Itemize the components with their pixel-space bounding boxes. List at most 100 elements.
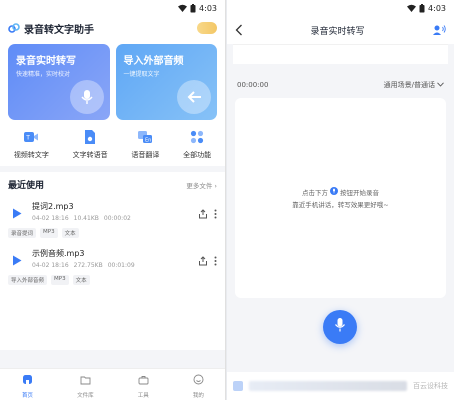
card-subtitle: 一键提取文字	[123, 71, 160, 78]
recent-title: 最近使用	[8, 181, 45, 191]
play-icon[interactable]	[8, 251, 26, 269]
card-subtitle: 快速精准，实时校对	[16, 71, 71, 78]
bottom-bar: 百云设科技	[227, 372, 454, 400]
battery-icon	[190, 3, 196, 13]
file-meta: 04-02 18:16 272.75KB 00:01:09	[32, 262, 192, 269]
play-icon[interactable]	[8, 204, 26, 222]
file-actions	[198, 204, 217, 223]
watermark: 百云设科技	[413, 382, 448, 390]
file-info: 示例音频.mp3 04-02 18:16 272.75KB 00:01:09	[32, 248, 192, 269]
tool-voice-translate[interactable]: En 语音翻译	[131, 128, 159, 160]
nav-label: 首页	[22, 393, 34, 399]
feature-cards: 录音实时转写 快速精准，实时校对 导入外部音频 一键提取文字	[0, 40, 225, 120]
small-mic-icon	[330, 187, 338, 197]
record-meta: 00:00:00 通用场景/普通话	[227, 64, 454, 96]
file-row: 示例音频.mp3 04-02 18:16 272.75KB 00:01:09	[8, 248, 217, 270]
file-size: 10.41KB	[73, 215, 99, 222]
nav-home[interactable]: 首页	[22, 370, 33, 399]
recent-section: 最近使用 更多文件 › 提词2.mp3 04-02 18:16 10.41KB …	[0, 172, 225, 350]
microphone-icon	[333, 317, 347, 337]
more-files-link[interactable]: 更多文件 ›	[186, 180, 217, 190]
back-icon[interactable]	[235, 21, 243, 40]
tag: 导入外部音频	[8, 275, 48, 285]
status-bar: 4:03	[0, 0, 225, 16]
file-info: 提词2.mp3 04-02 18:16 10.41KB 00:00:02	[32, 201, 192, 222]
tag: 文本	[72, 275, 90, 285]
more-vertical-icon[interactable]	[214, 251, 217, 270]
nav-label: 文件库	[77, 393, 94, 399]
svg-text:T: T	[26, 135, 31, 142]
hint-suffix: 按钮开始录音	[340, 189, 379, 197]
page-title: 录音实时转写	[310, 26, 365, 37]
status-time: 4:03	[199, 3, 217, 13]
more-files-label: 更多文件	[186, 181, 213, 190]
home-screen: 4:03 录音转文字助手 录音实时转写 快速精准，实时校对 导入外部音频 一键提…	[0, 0, 226, 400]
share-icon[interactable]	[198, 204, 208, 223]
tool-grid: T 视频转文字 文字转语音 En 语音翻译 全部功能	[0, 120, 225, 172]
status-time: 4:03	[428, 3, 446, 13]
scene-label: 通用场景/普通话	[383, 81, 435, 89]
battery-icon	[419, 3, 425, 13]
tool-label: 文字转语音	[72, 151, 108, 159]
text-to-speech-icon	[81, 128, 99, 146]
file-name: 示例音频.mp3	[32, 249, 85, 258]
voice-translate-icon: En	[136, 128, 154, 146]
all-features-icon	[188, 128, 206, 146]
list-item[interactable]: 提词2.mp3 04-02 18:16 10.41KB 00:00:02 录音提…	[8, 191, 217, 238]
tag: MP3	[40, 228, 58, 238]
blurred-thumbnail	[233, 381, 243, 391]
card-title: 导入外部音频	[123, 56, 184, 67]
list-item[interactable]: 示例音频.mp3 04-02 18:16 272.75KB 00:01:09 导…	[8, 238, 217, 285]
app-bar: 录音转文字助手	[0, 16, 225, 40]
video-to-text-icon: T	[22, 128, 40, 146]
nav-file-library[interactable]: 文件库	[77, 370, 94, 399]
file-duration: 00:00:02	[103, 215, 131, 222]
svg-text:En: En	[145, 138, 151, 144]
wifi-icon	[407, 4, 417, 12]
speaker-settings-icon[interactable]	[432, 21, 446, 40]
profile-icon	[193, 370, 204, 389]
bottom-nav: 首页 文件库 工具 我的	[0, 368, 225, 400]
home-icon	[22, 370, 33, 389]
more-vertical-icon[interactable]	[214, 204, 217, 223]
tool-label: 语音翻译	[131, 151, 160, 159]
tool-all-features[interactable]: 全部功能	[183, 128, 211, 160]
file-name: 提词2.mp3	[32, 202, 74, 211]
tool-label: 视频转文字	[13, 151, 49, 159]
realtime-transcribe-screen: 4:03 录音实时转写 00:00:00 通用场景/普通话 点击下方 按钮开始录…	[227, 0, 454, 400]
import-audio-card[interactable]: 导入外部音频 一键提取文字	[115, 44, 217, 120]
file-row: 提词2.mp3 04-02 18:16 10.41KB 00:00:02	[8, 201, 217, 223]
scene-selector[interactable]: 通用场景/普通话	[384, 80, 444, 90]
status-bar: 4:03	[227, 0, 454, 16]
blurred-content	[249, 381, 407, 391]
record-button[interactable]	[323, 310, 357, 344]
hint-prefix: 点击下方	[302, 189, 328, 197]
share-icon[interactable]	[198, 251, 208, 270]
card-title: 录音实时转写	[16, 56, 76, 67]
tool-text-to-speech[interactable]: 文字转语音	[73, 128, 108, 160]
tag: MP3	[51, 275, 69, 285]
nav-label: 工具	[137, 393, 149, 399]
nav-tools[interactable]: 工具	[138, 370, 149, 399]
wifi-icon	[178, 4, 188, 12]
tag-list: 导入外部音频 MP3 文本	[8, 275, 217, 285]
nav-profile[interactable]: 我的	[193, 370, 204, 399]
file-meta: 04-02 18:16 10.41KB 00:00:02	[32, 215, 192, 222]
top-strip	[233, 44, 448, 64]
nav-label: 我的	[192, 393, 204, 399]
app-logo-icon	[8, 19, 20, 38]
app-title: 录音转文字助手	[24, 24, 94, 36]
file-size: 272.75KB	[73, 262, 103, 269]
tool-video-to-text[interactable]: T 视频转文字	[14, 128, 49, 160]
record-realtime-card[interactable]: 录音实时转写 快速精准，实时校对	[8, 44, 110, 120]
import-arrow-icon	[177, 80, 211, 114]
vip-badge[interactable]	[196, 22, 217, 34]
file-duration: 00:01:09	[107, 262, 135, 269]
app-bar: 录音实时转写	[227, 16, 454, 44]
tool-label: 全部功能	[183, 151, 212, 159]
recent-header: 最近使用 更多文件 ›	[8, 178, 217, 191]
hint-line-2: 靠近手机讲话，转写效果更好哦~	[292, 201, 389, 209]
file-actions	[198, 251, 217, 270]
microphone-icon	[69, 80, 104, 114]
file-date: 04-02 18:16	[32, 262, 69, 269]
